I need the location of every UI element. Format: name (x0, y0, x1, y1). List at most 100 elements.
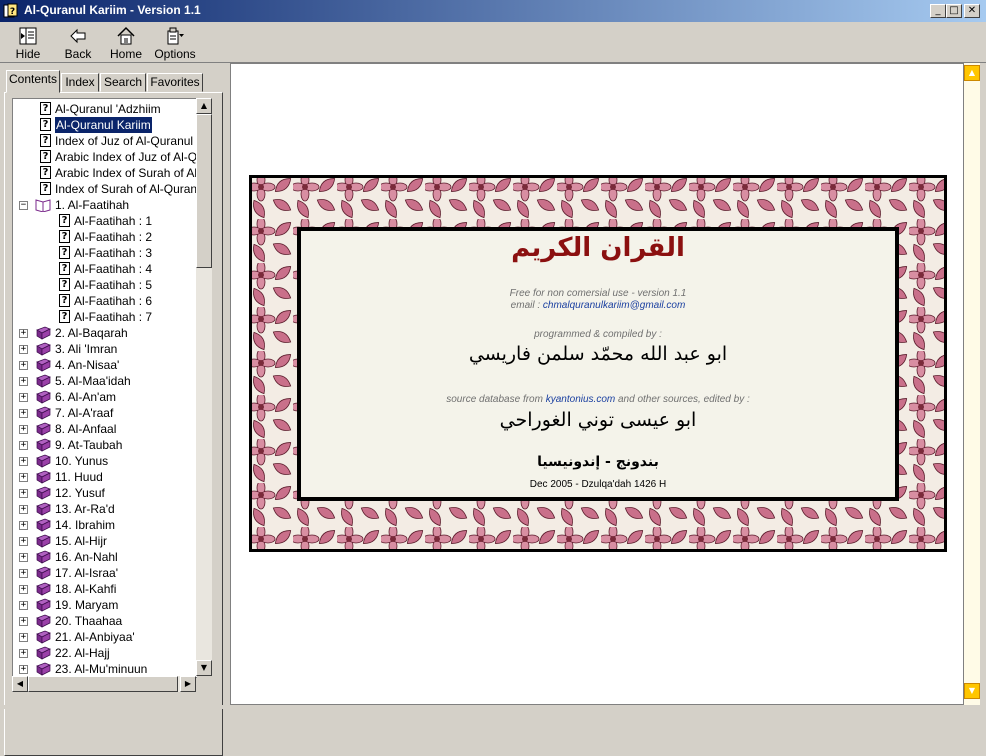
expand-icon[interactable]: + (19, 521, 28, 530)
tree-item-label: 6. Al-An'am (55, 390, 116, 404)
tab-contents[interactable]: Contents (6, 70, 60, 93)
help-page-icon: ? (59, 294, 70, 307)
closed-book-icon (36, 406, 51, 420)
options-label: Options (154, 47, 196, 61)
source-site-link[interactable]: kyantonius.com (546, 394, 615, 405)
home-button[interactable]: Home (108, 24, 144, 62)
maximize-button[interactable]: □ (946, 4, 962, 18)
editor-arabic-name: ابو عيسى توني الغوراحي (499, 409, 697, 431)
tree-item-label: 17. Al-Israa' (55, 566, 118, 580)
tree-hscroll-thumb[interactable] (28, 676, 178, 692)
closed-book-icon (36, 630, 51, 644)
closed-book-icon (36, 646, 51, 660)
minimize-button[interactable]: _ (930, 4, 946, 18)
source-line: source database from kyantonius.com and … (249, 394, 947, 405)
expand-icon[interactable]: + (19, 457, 28, 466)
tree-item-label: 12. Yusuf (55, 486, 105, 500)
tree-item-label: 22. Al-Hajj (55, 646, 110, 660)
expand-icon[interactable]: + (19, 473, 28, 482)
help-page-icon: ? (40, 150, 51, 163)
scroll-up-button[interactable]: ▲ (196, 98, 212, 114)
closed-book-icon (36, 598, 51, 612)
tree-item-label: Al-Quranul 'Adzhiim (55, 102, 161, 116)
back-arrow-icon (70, 28, 86, 44)
back-label: Back (64, 47, 92, 61)
expand-icon[interactable]: + (19, 569, 28, 578)
tree-item-label: 2. Al-Baqarah (55, 326, 128, 340)
expand-icon[interactable]: + (19, 377, 28, 386)
email-link[interactable]: chmalquranulkariim@gmail.com (543, 300, 685, 311)
expand-icon[interactable]: + (19, 441, 28, 450)
contents-tree[interactable]: ? Al-Quranul 'Adzhiim? Al-Quranul Kariim? I… (12, 98, 197, 678)
expand-icon[interactable]: + (19, 553, 28, 562)
expand-icon[interactable]: + (19, 633, 28, 642)
tree-scroll-thumb[interactable] (196, 114, 212, 268)
tab-search[interactable]: Search (100, 73, 146, 92)
tree-vertical-scrollbar[interactable]: ▲ ▼ (196, 98, 212, 676)
expand-icon[interactable]: + (19, 505, 28, 514)
content-vertical-scrollbar[interactable]: ▲ ▼ (964, 63, 980, 705)
expand-icon[interactable]: + (19, 425, 28, 434)
tree-item-label: Al-Faatihah : 1 (74, 214, 153, 228)
back-button[interactable]: Back (60, 24, 96, 62)
minimize-icon: _ (935, 5, 941, 16)
scroll-down-button[interactable]: ▼ (196, 660, 212, 676)
close-button[interactable]: ✕ (964, 4, 980, 18)
expand-icon[interactable]: + (19, 489, 28, 498)
tree-item-label: 21. Al-Anbiyaa' (55, 630, 135, 644)
help-page-icon: ? (40, 134, 51, 147)
tree-item-label: Al-Faatihah : 3 (74, 246, 153, 260)
author-arabic-name: ابو عبد الله محمّد سلمن فاريسي (468, 343, 728, 365)
tab-index[interactable]: Index (61, 73, 99, 92)
open-book-icon (35, 199, 51, 212)
expand-icon[interactable]: + (19, 329, 28, 338)
close-icon: ✕ (967, 5, 977, 16)
email-line: email : chmalquranulkariim@gmail.com (249, 300, 947, 311)
date-line: Dec 2005 - Dzulqa'dah 1426 H (529, 479, 667, 490)
expand-icon[interactable]: + (19, 361, 28, 370)
expand-icon[interactable]: + (19, 345, 28, 354)
help-page-icon: ? (40, 182, 51, 195)
arrow-down-icon: ▼ (968, 686, 976, 695)
expand-icon[interactable]: + (19, 537, 28, 546)
closed-book-icon (36, 534, 51, 548)
hide-button[interactable]: Hide (10, 24, 46, 62)
closed-book-icon (36, 326, 51, 340)
closed-book-icon (36, 342, 51, 356)
expand-icon[interactable]: + (19, 409, 28, 418)
expand-icon[interactable]: + (19, 665, 28, 674)
arrow-left-icon: ◀ (16, 679, 24, 688)
help-page-icon: ? (40, 166, 51, 179)
tree-horizontal-scrollbar[interactable]: ◀ ▶ (12, 676, 196, 692)
expand-icon[interactable]: + (19, 649, 28, 658)
tree-item-label: 7. Al-A'raaf (55, 406, 114, 420)
tree-item-label: 4. An-Nisaa' (55, 358, 120, 372)
home-icon (117, 26, 135, 45)
arabic-title: القران الكريم (511, 233, 685, 263)
programmed-label: programmed & compiled by : (534, 329, 662, 340)
content-scroll-up-button[interactable]: ▲ (964, 65, 980, 81)
tree-item-label: 9. At-Taubah (55, 438, 123, 452)
scroll-right-button[interactable]: ▶ (180, 676, 196, 692)
tree-item-label: 23. Al-Mu'minuun (55, 662, 148, 676)
tree-item-label: Al-Faatihah : 7 (74, 310, 153, 324)
expand-icon[interactable]: + (19, 601, 28, 610)
content-scroll-down-button[interactable]: ▼ (964, 683, 980, 699)
arrow-down-icon: ▼ (200, 663, 208, 672)
help-page-icon: ? (59, 230, 70, 243)
expand-icon[interactable]: + (19, 617, 28, 626)
closed-book-icon (36, 470, 51, 484)
expand-icon[interactable]: + (19, 393, 28, 402)
options-icon (167, 27, 184, 45)
collapse-icon[interactable]: − (19, 201, 28, 210)
source-label: source database from (446, 394, 543, 405)
closed-book-icon (36, 454, 51, 468)
expand-icon[interactable]: + (19, 585, 28, 594)
arrow-up-icon: ▲ (200, 101, 208, 110)
closed-book-icon (36, 358, 51, 372)
tab-favorites[interactable]: Favorites (147, 73, 203, 92)
free-use-line: Free for non comersial use - version 1.1 (509, 288, 687, 299)
options-button[interactable]: Options (154, 24, 196, 62)
scroll-left-button[interactable]: ◀ (12, 676, 28, 692)
hide-label: Hide (15, 47, 41, 61)
